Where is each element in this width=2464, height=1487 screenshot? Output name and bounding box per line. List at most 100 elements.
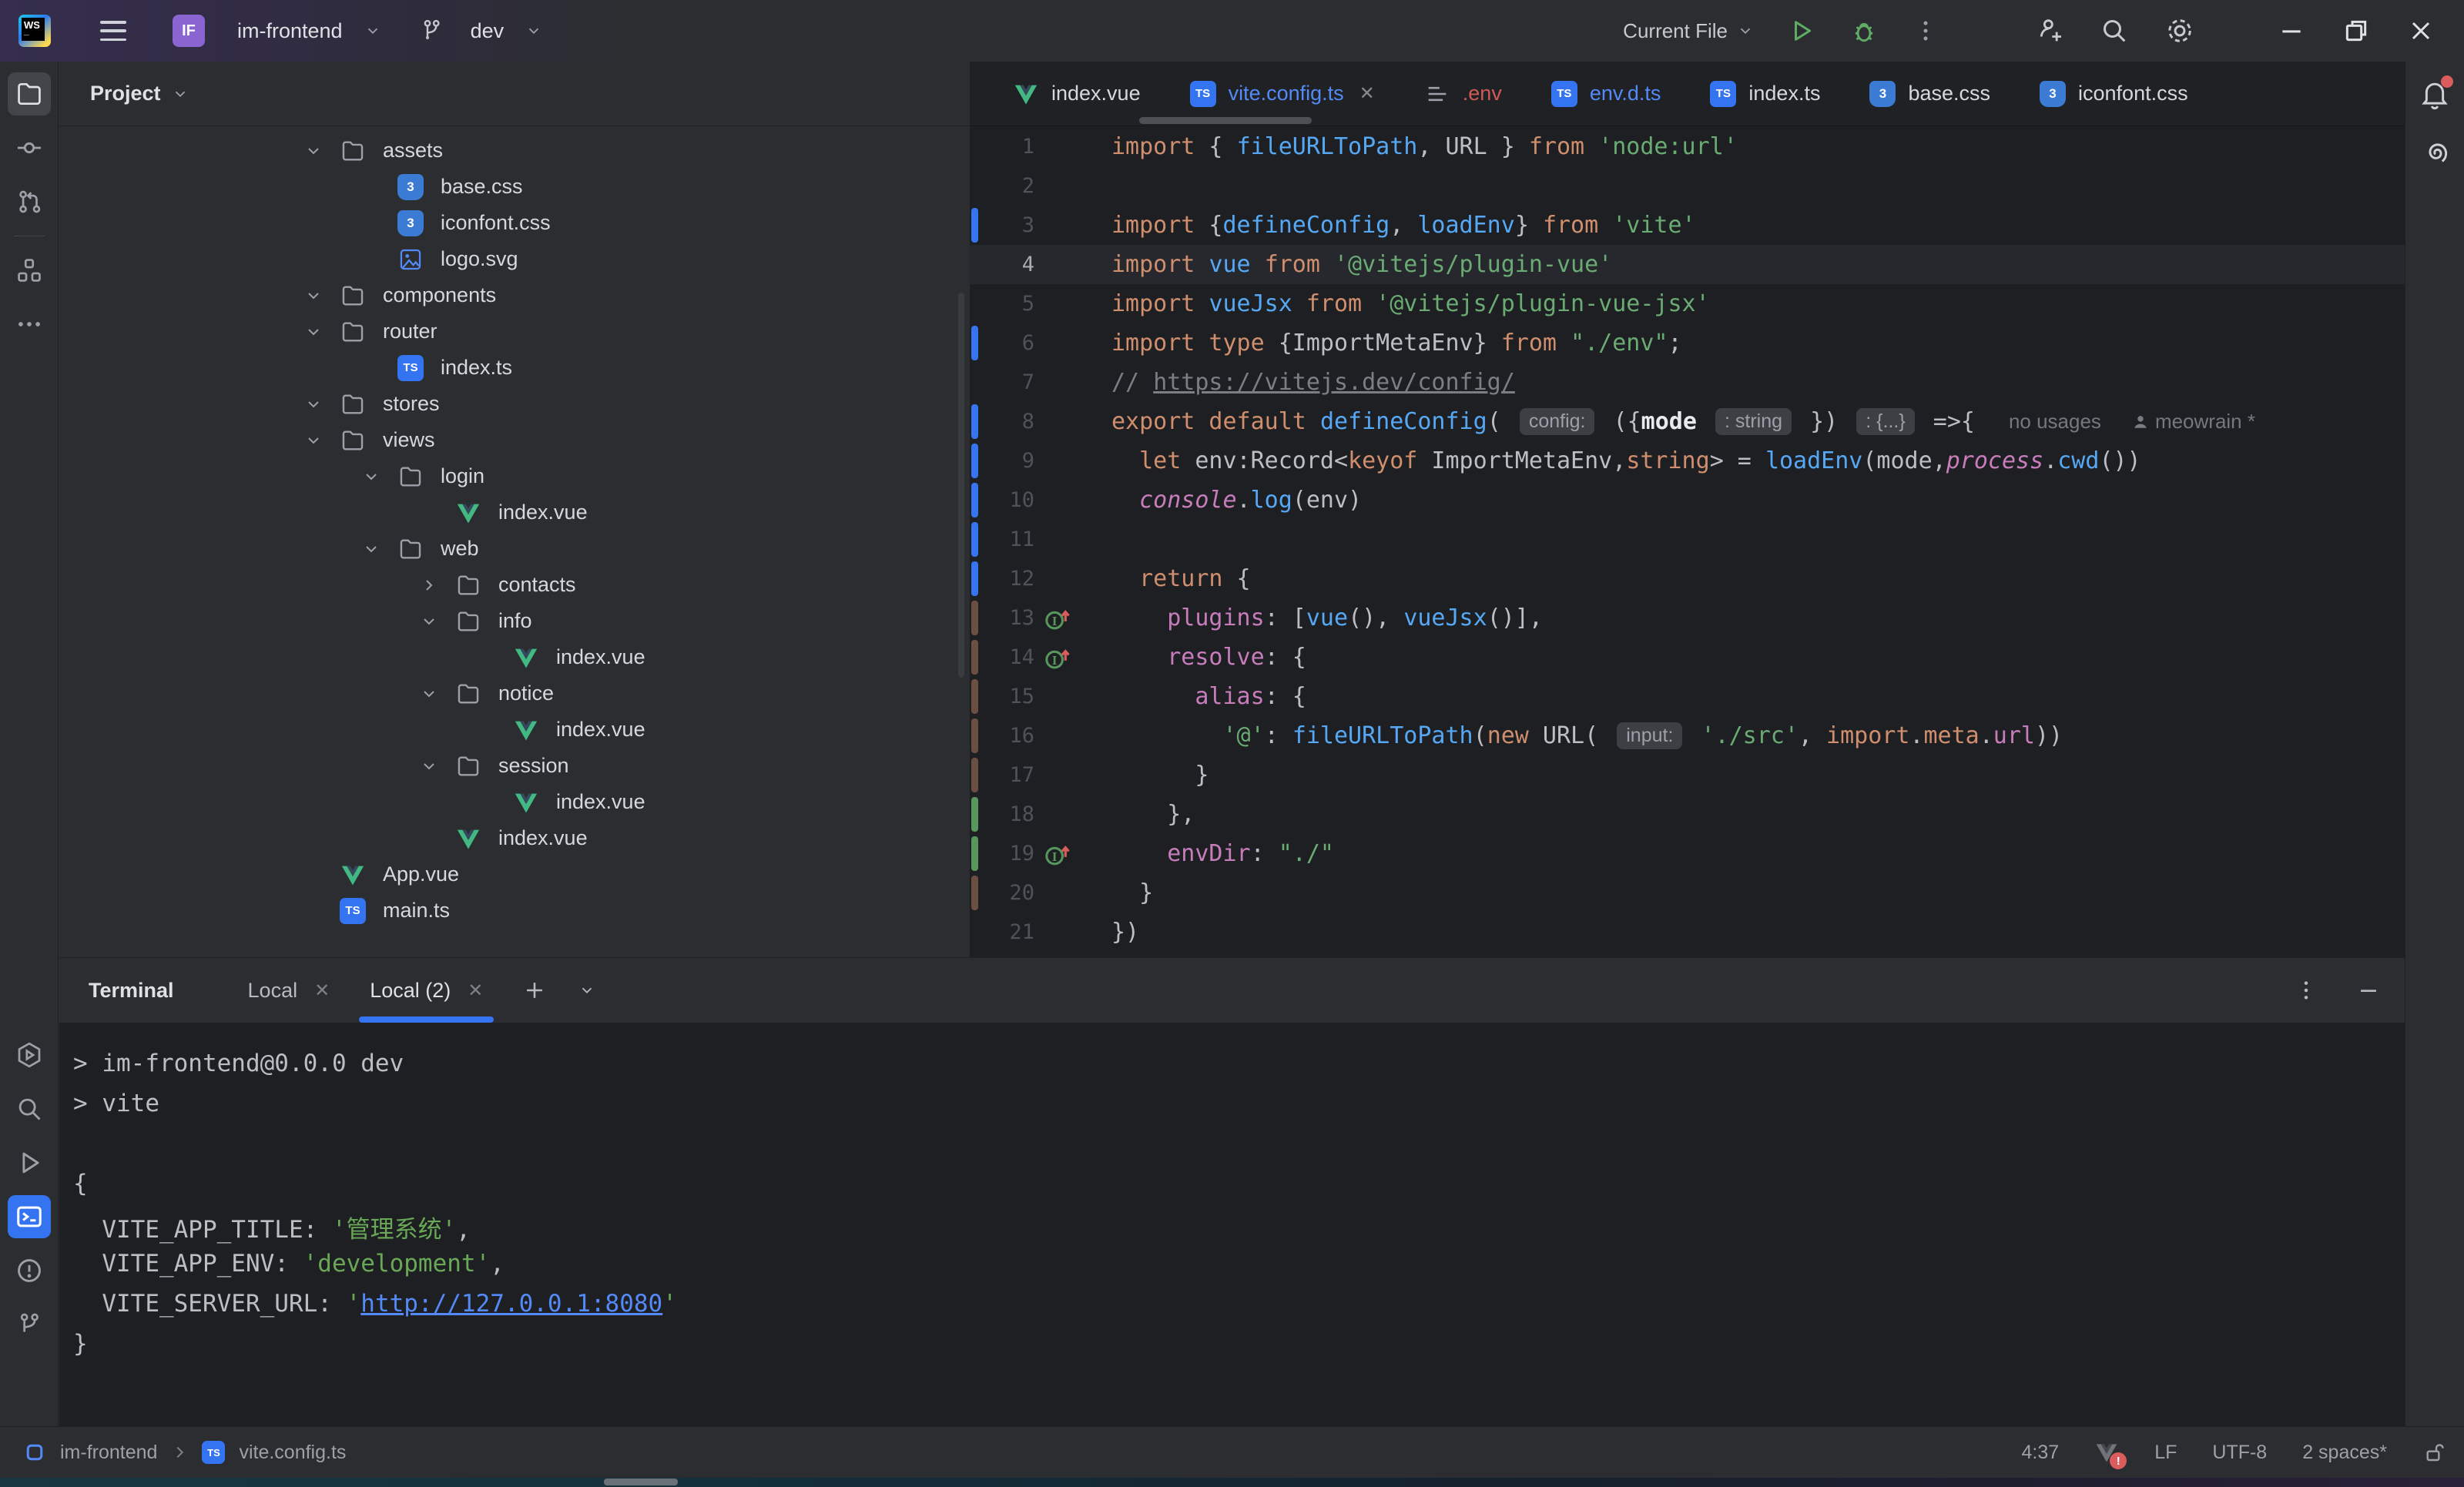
tree-item-login[interactable]: login [59, 458, 969, 494]
hide-terminal-button[interactable] [2355, 977, 2382, 1003]
tree-item-index.ts[interactable]: TSindex.ts [59, 350, 969, 386]
indent-style[interactable]: 2 spaces* [2302, 1442, 2387, 1464]
commit-tool-icon[interactable] [8, 126, 51, 169]
vcs-gutter-bar[interactable] [971, 522, 978, 557]
tree-chevron-icon[interactable] [304, 286, 340, 305]
editor-tab-env.d.ts[interactable]: TSenv.d.ts [1527, 62, 1686, 126]
terminal-more-icon[interactable] [2294, 978, 2318, 1003]
chevron-down-icon[interactable] [364, 22, 381, 39]
more-tool-windows-icon[interactable] [8, 303, 51, 346]
editor-tab-base.css[interactable]: 3base.css [1845, 62, 2015, 126]
inlay-hint[interactable]: : string [1715, 408, 1792, 435]
tree-chevron-icon[interactable] [420, 685, 455, 703]
tree-item-App.vue[interactable]: App.vue [59, 856, 969, 893]
tree-chevron-icon[interactable] [420, 757, 455, 775]
vcs-gutter-bar[interactable] [971, 718, 978, 753]
vcs-gutter-bar[interactable] [971, 679, 978, 714]
terminal-link[interactable]: http://127.0.0.1:8080 [360, 1290, 662, 1318]
vcs-gutter-bar[interactable] [971, 444, 978, 478]
vcs-gutter-bar[interactable] [971, 601, 978, 635]
code-editor[interactable]: 1import { fileURLToPath, URL } from 'nod… [970, 127, 2452, 957]
code-with-me-icon[interactable] [2034, 15, 2065, 46]
terminal-tab-Local[interactable]: Local✕ [228, 958, 350, 1023]
git-branch-icon[interactable] [418, 17, 446, 45]
encoding[interactable]: UTF-8 [2212, 1442, 2267, 1464]
tree-chevron-icon[interactable] [420, 612, 455, 631]
inlay-hint[interactable]: : {...} [1856, 408, 1914, 435]
gutter-action-icon[interactable]: I [1044, 840, 1071, 868]
editor-tab-index.vue[interactable]: index.vue [988, 62, 1165, 126]
tree-item-index.vue[interactable]: index.vue [59, 639, 969, 675]
gutter-action-icon[interactable]: I [1044, 605, 1071, 632]
status-breadcrumb[interactable]: im-frontend TS vite.config.ts [0, 1441, 346, 1464]
tree-chevron-icon[interactable] [304, 323, 340, 341]
lock-icon[interactable] [2422, 1440, 2447, 1465]
project-name[interactable]: im-frontend [237, 19, 343, 43]
problems-tool-icon[interactable] [8, 1249, 51, 1292]
structure-tool-icon[interactable] [8, 249, 51, 292]
restore-window-button[interactable] [2341, 15, 2372, 46]
breadcrumb-project[interactable]: im-frontend [60, 1442, 157, 1464]
tree-item-web[interactable]: web [59, 531, 969, 567]
search-everywhere-icon[interactable] [2099, 15, 2130, 46]
terminal-title[interactable]: Terminal [89, 979, 174, 1003]
tree-item-stores[interactable]: stores [59, 386, 969, 422]
pull-requests-tool-icon[interactable] [8, 180, 51, 223]
tree-chevron-icon[interactable] [304, 395, 340, 414]
terminal-options-chevron-icon[interactable] [578, 982, 595, 999]
vcs-gutter-bar[interactable] [971, 758, 978, 792]
usages-hint[interactable]: no usages [2009, 410, 2101, 434]
tree-item-index.vue[interactable]: index.vue [59, 820, 969, 856]
ai-assistant-icon[interactable] [2418, 137, 2452, 171]
vcs-gutter-bar[interactable] [971, 640, 978, 675]
tree-item-index.vue[interactable]: index.vue [59, 712, 969, 748]
inlay-hint[interactable]: input: [1617, 722, 1682, 749]
tree-item-index.vue[interactable]: index.vue [59, 784, 969, 820]
debug-button[interactable] [1849, 16, 1879, 45]
close-tab-icon[interactable]: ✕ [314, 980, 330, 1002]
tree-item-main.ts[interactable]: TSmain.ts [59, 893, 969, 929]
editor-tab-vite.config.ts[interactable]: TSvite.config.ts✕ [1165, 62, 1400, 126]
tree-item-assets[interactable]: assets [59, 132, 969, 169]
vcs-gutter-bar[interactable] [971, 797, 978, 832]
close-tab-icon[interactable]: ✕ [1359, 82, 1375, 105]
tree-item-logo.svg[interactable]: logo.svg [59, 241, 969, 277]
tree-item-info[interactable]: info [59, 603, 969, 639]
vcs-gutter-bar[interactable] [971, 836, 978, 871]
git-tool-icon[interactable] [8, 1303, 51, 1346]
caret-position[interactable]: 4:37 [2022, 1442, 2060, 1464]
terminal-output[interactable]: > im-frontend@0.0.0 dev> vite{ VITE_APP_… [59, 1023, 2405, 1426]
tree-item-components[interactable]: components [59, 277, 969, 313]
tree-item-router[interactable]: router [59, 313, 969, 350]
project-panel-header[interactable]: Project [59, 62, 969, 126]
vcs-gutter-bar[interactable] [971, 483, 978, 517]
tree-item-iconfont.css[interactable]: 3iconfont.css [59, 205, 969, 241]
vue-error-indicator[interactable]: ! [2094, 1440, 2119, 1465]
tree-chevron-icon[interactable] [420, 576, 455, 594]
terminal-tool-icon[interactable] [8, 1195, 51, 1238]
vcs-gutter-bar[interactable] [971, 326, 978, 360]
editor-tab-.env[interactable]: .env [1400, 62, 1527, 126]
tree-item-views[interactable]: views [59, 422, 969, 458]
gutter-action-icon[interactable]: I [1044, 644, 1071, 671]
tree-scrollbar[interactable] [958, 293, 964, 678]
tree-chevron-icon[interactable] [362, 467, 397, 486]
tree-item-contacts[interactable]: contacts [59, 567, 969, 603]
branch-name[interactable]: dev [471, 19, 505, 43]
tree-item-session[interactable]: session [59, 748, 969, 784]
close-window-button[interactable] [2405, 15, 2436, 46]
comment-link[interactable]: https://vitejs.dev/config/ [1153, 369, 1515, 396]
editor-tab-iconfont.css[interactable]: 3iconfont.css [2015, 62, 2213, 126]
tree-chevron-icon[interactable] [304, 142, 340, 160]
services-tool-icon[interactable] [8, 1033, 51, 1077]
line-separator[interactable]: LF [2154, 1442, 2177, 1464]
vcs-gutter-bar[interactable] [971, 404, 978, 439]
editor-area[interactable]: index.vueTSvite.config.ts✕.envTSenv.d.ts… [970, 62, 2464, 957]
run-button[interactable] [1788, 17, 1815, 45]
vcs-gutter-bar[interactable] [971, 561, 978, 596]
main-menu-icon[interactable] [100, 21, 126, 41]
chevron-down-icon[interactable] [525, 22, 542, 39]
new-terminal-tab-button[interactable] [521, 977, 548, 1003]
find-tool-icon[interactable] [8, 1087, 51, 1130]
tree-item-index.vue[interactable]: index.vue [59, 494, 969, 531]
